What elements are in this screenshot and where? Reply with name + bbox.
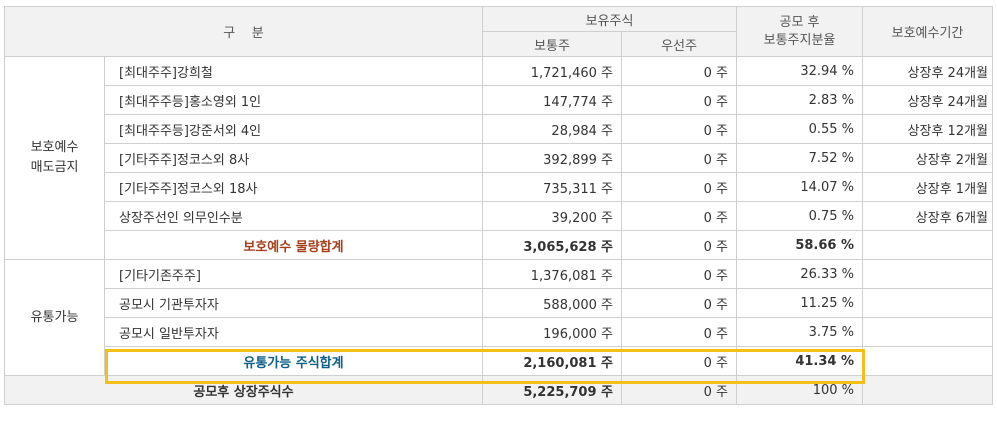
row-preferred: 0 주 [621, 172, 738, 202]
row-preferred: 0 주 [621, 114, 738, 144]
tradable-subtotal-period [862, 346, 994, 376]
header-lockup-period: 보호예수기간 [862, 6, 994, 57]
row-label: [최대주주]강희철 [103, 56, 484, 86]
tradable-subtotal-preferred: 0 주 [621, 346, 738, 376]
row-period: 상장후 6개월 [862, 201, 994, 231]
table-row: 상장주선인 의무인수분 39,200 주 0 주 0.75 % 상장후 6개월 [5, 201, 994, 231]
tradable-subtotal-row: 유통가능 주식합계 2,160,081 주 0 주 41.34 % [5, 346, 994, 376]
row-preferred: 0 주 [621, 317, 738, 347]
row-label: [기타주주]정코스외 8사 [103, 143, 484, 173]
row-common: 39,200 주 [482, 201, 623, 231]
protected-subtotal-preferred: 0 주 [621, 230, 738, 260]
table-row: 보호예수 매도금지 [최대주주]강희철 1,721,460 주 0 주 32.9… [4, 56, 994, 260]
table-row: [기타주주]정코스외 18사 735,311 주 0 주 14.07 % 상장후… [5, 172, 994, 202]
row-period: 상장후 12개월 [862, 114, 994, 144]
row-common: 392,899 주 [482, 143, 623, 173]
row-common: 147,774 주 [482, 85, 623, 115]
protected-subtotal-row: 보호예수 물량합계 3,065,628 주 0 주 58.66 % [5, 230, 994, 260]
header-common: 보통주 [482, 31, 623, 57]
protected-subtotal-period [862, 230, 994, 260]
protected-subtotal-ratio: 58.66 % [736, 230, 864, 260]
row-preferred: 0 주 [621, 201, 738, 231]
row-period: 상장후 24개월 [862, 85, 994, 115]
table-row: [최대주주등]홍소영외 1인 147,774 주 0 주 2.83 % 상장후 … [5, 85, 994, 115]
row-common: 1,376,081 주 [482, 259, 623, 289]
row-common: 1,721,460 주 [482, 56, 623, 86]
row-ratio: 32.94 % [736, 56, 864, 86]
grand-total-label: 공모후 상장주식수 [3, 375, 484, 405]
tradable-subtotal-ratio: 41.34 % [736, 346, 864, 376]
protected-subtotal-label: 보호예수 물량합계 [103, 230, 484, 260]
grand-total-period [862, 375, 994, 405]
row-period [862, 288, 994, 318]
tradable-subtotal-label: 유통가능 주식합계 [103, 346, 484, 376]
row-ratio: 11.25 % [736, 288, 864, 318]
protected-subtotal-common: 3,065,628 주 [482, 230, 623, 260]
header-holdings: 보유주식 [482, 6, 738, 32]
table-row: [최대주주등]강준서외 4인 28,984 주 0 주 0.55 % 상장후 1… [5, 114, 994, 144]
row-common: 28,984 주 [482, 114, 623, 144]
group-tradable-label: 유통가능 [30, 309, 79, 325]
row-ratio: 7.52 % [736, 143, 864, 173]
row-preferred: 0 주 [621, 259, 738, 289]
row-label: 상장주선인 의무인수분 [103, 201, 484, 231]
row-preferred: 0 주 [621, 288, 738, 318]
row-ratio: 0.75 % [736, 201, 864, 231]
group-protected: 보호예수 매도금지 [4, 56, 105, 260]
shareholding-table-container: 구 분 보유주식 공모 후 보통주지분율 보호예수기간 보통주 우선주 보호예수… [3, 6, 994, 405]
header-preferred: 우선주 [621, 31, 738, 57]
table-row: 유통가능 [기타기존주주] 1,376,081 주 0 주 26.33 % [4, 259, 994, 376]
row-preferred: 0 주 [621, 85, 738, 115]
row-period [862, 259, 994, 289]
row-ratio: 2.83 % [736, 85, 864, 115]
table-row: 공모시 일반투자자 196,000 주 0 주 3.75 % [5, 317, 994, 347]
row-period [862, 317, 994, 347]
row-preferred: 0 주 [621, 143, 738, 173]
row-common: 196,000 주 [482, 317, 623, 347]
row-period: 상장후 2개월 [862, 143, 994, 173]
table-row: [기타주주]정코스외 8사 392,899 주 0 주 7.52 % 상장후 2… [5, 143, 994, 173]
row-ratio: 0.55 % [736, 114, 864, 144]
row-period: 상장후 24개월 [862, 56, 994, 86]
row-ratio: 3.75 % [736, 317, 864, 347]
row-common: 735,311 주 [482, 172, 623, 202]
row-ratio: 26.33 % [736, 259, 864, 289]
group-tradable: 유통가능 [4, 259, 105, 376]
row-label: [기타주주]정코스외 18사 [103, 172, 484, 202]
row-label: 공모시 기관투자자 [103, 288, 484, 318]
lockup-shareholding-table: 구 분 보유주식 공모 후 보통주지분율 보호예수기간 보통주 우선주 보호예수… [3, 6, 994, 405]
header-ratio-line1: 공모 후 [779, 14, 820, 30]
row-label: [최대주주등]홍소영외 1인 [103, 85, 484, 115]
row-common: 588,000 주 [482, 288, 623, 318]
grand-total-ratio: 100 % [736, 375, 864, 405]
header-ratio: 공모 후 보통주지분율 [736, 6, 864, 57]
row-preferred: 0 주 [621, 56, 738, 86]
group-protected-label: 보호예수 매도금지 [30, 140, 79, 175]
table-row: 공모시 기관투자자 588,000 주 0 주 11.25 % [5, 288, 994, 318]
row-period: 상장후 1개월 [862, 172, 994, 202]
row-ratio: 14.07 % [736, 172, 864, 202]
header-ratio-line2: 보통주지분율 [763, 32, 836, 48]
grand-total-row: 공모후 상장주식수 5,225,709 주 0 주 100 % [3, 375, 994, 405]
row-label: [기타기존주주] [103, 259, 484, 289]
row-label: 공모시 일반투자자 [103, 317, 484, 347]
tradable-subtotal-common: 2,160,081 주 [482, 346, 623, 376]
header-division: 구 분 [3, 6, 484, 57]
grand-total-preferred: 0 주 [621, 375, 738, 405]
row-label: [최대주주등]강준서외 4인 [103, 114, 484, 144]
grand-total-common: 5,225,709 주 [482, 375, 623, 405]
